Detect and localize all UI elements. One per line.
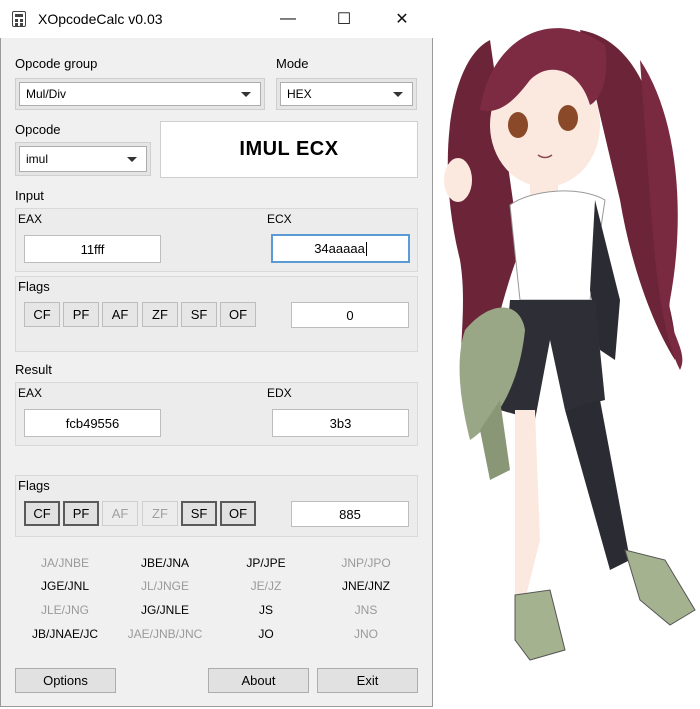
- minimize-icon: —: [280, 10, 296, 27]
- result-edx-label: EDX: [267, 386, 292, 400]
- jump-je-jz: JE/JZ: [250, 579, 282, 593]
- text-cursor: [365, 241, 367, 256]
- jump-jle-jng: JLE/JNG: [40, 603, 89, 617]
- opcode-select[interactable]: imul: [19, 146, 147, 172]
- mode-label: Mode: [276, 56, 309, 71]
- result-flag-sf: SF: [181, 501, 217, 526]
- jump-jns: JNS: [354, 603, 378, 617]
- input-eax-label: EAX: [18, 212, 43, 226]
- input-flag-af[interactable]: AF: [102, 302, 138, 327]
- result-flags-value[interactable]: 885: [291, 501, 409, 527]
- input-section-label: Input: [15, 188, 44, 203]
- mode-value: HEX: [287, 87, 312, 101]
- jump-jp-jpe: JP/JPE: [246, 556, 286, 570]
- input-ecx-value: 34aaaaa: [314, 241, 365, 256]
- input-ecx-field[interactable]: 34aaaaa: [271, 234, 410, 263]
- result-flag-of: OF: [220, 501, 256, 526]
- result-section-label: Result: [15, 362, 52, 377]
- jump-jo: JO: [258, 627, 274, 641]
- jump-jno: JNO: [354, 627, 378, 641]
- opcode-label: Opcode: [15, 122, 61, 137]
- jump-ja-jnbe: JA/JNBE: [40, 556, 89, 570]
- instruction-display: IMUL ECX: [160, 121, 418, 178]
- jump-jbe-jna: JBE/JNA: [140, 556, 189, 570]
- chevron-down-icon: [393, 92, 403, 97]
- input-eax-field[interactable]: 11fff: [24, 235, 161, 263]
- jump-jb-jnae-jc: JB/JNAE/JC: [31, 627, 98, 641]
- jump-jge-jnl: JGE/JNL: [40, 579, 89, 593]
- chevron-down-icon: [127, 157, 137, 162]
- input-flag-sf[interactable]: SF: [181, 302, 217, 327]
- result-edx-field[interactable]: 3b3: [272, 409, 409, 437]
- input-flag-cf[interactable]: CF: [24, 302, 60, 327]
- result-flags-label: Flags: [18, 478, 50, 493]
- result-flag-zf: ZF: [142, 501, 178, 526]
- maximize-icon: ☐: [336, 11, 352, 28]
- opcode-group-label: Opcode group: [15, 56, 98, 71]
- jump-jl-jnge: JL/JNGE: [140, 579, 189, 593]
- result-flag-pf: PF: [63, 501, 99, 526]
- result-flag-af: AF: [102, 501, 138, 526]
- options-button[interactable]: Options: [15, 668, 116, 693]
- input-flag-of[interactable]: OF: [220, 302, 256, 327]
- input-flag-zf[interactable]: ZF: [142, 302, 178, 327]
- minimize-button[interactable]: —: [265, 0, 311, 38]
- close-button[interactable]: ✕: [379, 0, 425, 38]
- result-eax-label: EAX: [18, 386, 43, 400]
- opcode-group-value: Mul/Div: [26, 87, 67, 101]
- calculator-icon: [12, 11, 26, 27]
- result-flag-cf: CF: [24, 501, 60, 526]
- jump-jne-jnz: JNE/JNZ: [342, 579, 390, 593]
- opcode-group-select[interactable]: Mul/Div: [19, 82, 261, 106]
- result-eax-field[interactable]: fcb49556: [24, 409, 161, 437]
- mascot-illustration: [444, 28, 696, 661]
- about-button[interactable]: About: [208, 668, 309, 693]
- input-flag-pf[interactable]: PF: [63, 302, 99, 327]
- jump-jae-jnb-jnc: JAE/JNB/JNC: [127, 627, 203, 641]
- close-icon: ✕: [395, 11, 409, 28]
- exit-button[interactable]: Exit: [317, 668, 418, 693]
- window-title: XOpcodeCalc v0.03: [38, 11, 163, 27]
- input-ecx-label: ECX: [267, 212, 292, 226]
- jump-jnp-jpo: JNP/JPO: [341, 556, 391, 570]
- opcode-value: imul: [26, 152, 49, 166]
- mode-select[interactable]: HEX: [280, 82, 413, 106]
- input-flags-label: Flags: [18, 279, 50, 294]
- maximize-button[interactable]: ☐: [321, 0, 367, 38]
- jump-jg-jnle: JG/JNLE: [140, 603, 189, 617]
- input-flags-value[interactable]: 0: [291, 302, 409, 328]
- jump-js: JS: [258, 603, 273, 617]
- chevron-down-icon: [241, 92, 251, 97]
